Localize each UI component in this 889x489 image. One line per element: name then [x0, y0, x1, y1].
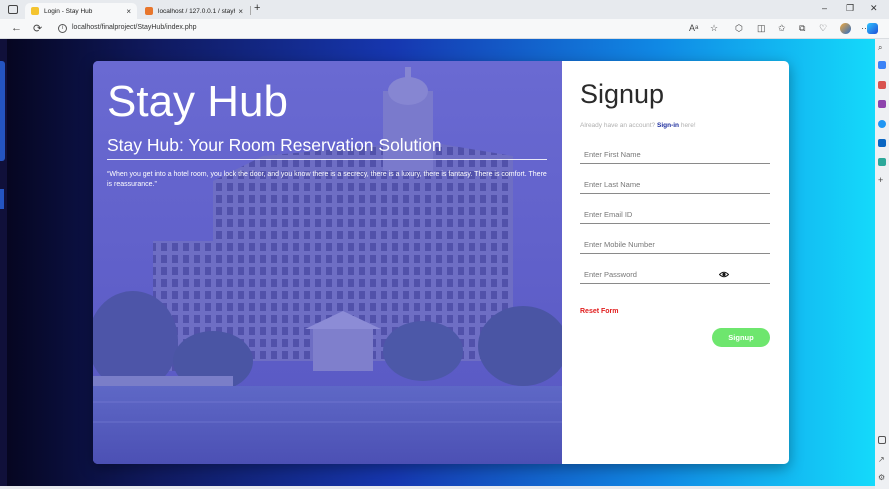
back-button[interactable]: ← — [11, 22, 22, 34]
profile-avatar[interactable] — [840, 23, 851, 34]
tab-close-icon[interactable]: × — [238, 7, 243, 16]
browser-toolbar: ← ⟳ i localhost/finalproject/StayHub/ind… — [0, 19, 889, 39]
sidebar-search-icon[interactable]: ⌕ — [878, 43, 886, 52]
read-aloud-icon[interactable]: Aᵃ — [689, 23, 698, 33]
first-name-input[interactable] — [580, 146, 770, 164]
hero-panel: Stay Hub Stay Hub: Your Room Reservation… — [93, 61, 562, 464]
browser-essentials-icon[interactable]: ♡ — [819, 23, 827, 34]
hint-suffix: here! — [680, 122, 696, 129]
close-window-button[interactable]: ✕ — [870, 3, 878, 14]
sidebar-external-icon[interactable]: ↗ — [878, 455, 886, 464]
site-info-icon[interactable]: i — [58, 24, 67, 33]
split-screen-icon[interactable]: ◫ — [757, 23, 766, 34]
left-edge-strip — [0, 39, 7, 489]
page-viewport: Stay Hub Stay Hub: Your Room Reservation… — [0, 39, 875, 489]
signup-card: Stay Hub Stay Hub: Your Room Reservation… — [93, 61, 789, 464]
hero-subtitle: Stay Hub: Your Room Reservation Solution — [107, 135, 442, 155]
tab-close-icon[interactable]: × — [126, 7, 131, 16]
signin-hint: Already have an account? Sign-in here! — [580, 122, 696, 129]
tab-login-stay-hub[interactable]: Login - Stay Hub × — [25, 3, 137, 19]
address-bar-url[interactable]: localhost/finalproject/StayHub/index.php — [72, 24, 197, 31]
show-password-eye-icon[interactable] — [719, 271, 729, 278]
sidebar-shopping-icon[interactable] — [878, 61, 886, 69]
hero-quote: “When you get into a hotel room, you loc… — [107, 171, 547, 188]
form-title: Signup — [580, 79, 665, 109]
reload-button[interactable]: ⟳ — [33, 22, 42, 35]
new-tab-button[interactable]: + — [254, 2, 260, 14]
reset-form-link[interactable]: Reset Form — [580, 308, 619, 315]
sidebar-panel-icon[interactable] — [878, 436, 886, 444]
hint-prefix: Already have an account? — [580, 122, 656, 129]
sidebar-office-icon[interactable] — [878, 120, 886, 128]
browser-sidebar: ⌕ + ↗ ⚙ — [875, 39, 889, 489]
stay-hub-favicon-icon — [31, 7, 39, 15]
last-name-input[interactable] — [580, 176, 770, 194]
hero-title: Stay Hub — [107, 77, 288, 126]
browser-titlebar: Login - Stay Hub × localhost / 127.0.0.1… — [0, 0, 889, 19]
hero-divider — [107, 159, 547, 160]
mobile-input[interactable] — [580, 236, 770, 254]
collections-icon[interactable]: ⧉ — [799, 23, 805, 34]
tab-actions-icon[interactable] — [8, 5, 18, 14]
sidebar-drop-icon[interactable] — [878, 158, 886, 166]
password-input[interactable] — [580, 266, 770, 284]
signup-form: Signup Already have an account? Sign-in … — [562, 61, 789, 464]
tab-label: Login - Stay Hub — [44, 7, 93, 15]
extensions-icon[interactable]: ⬡ — [735, 23, 743, 34]
email-input[interactable] — [580, 206, 770, 224]
edge-blip — [0, 61, 5, 161]
tab-phpmyadmin[interactable]: localhost / 127.0.0.1 / stayhub / ... × — [139, 3, 249, 19]
sidebar-outlook-icon[interactable] — [878, 139, 886, 147]
favorite-star-icon[interactable]: ☆ — [710, 23, 718, 34]
signup-button[interactable]: Signup — [712, 328, 770, 347]
minimize-button[interactable]: – — [822, 3, 827, 13]
signin-link[interactable]: Sign-in — [657, 122, 679, 129]
restore-button[interactable]: ❐ — [846, 3, 854, 14]
copilot-icon[interactable] — [867, 23, 878, 34]
sidebar-tools-icon[interactable] — [878, 81, 886, 89]
sidebar-settings-icon[interactable]: ⚙ — [878, 473, 886, 482]
favorites-icon[interactable]: ✩ — [778, 23, 786, 34]
edge-blip — [0, 189, 4, 209]
phpmyadmin-favicon-icon — [145, 7, 153, 15]
tab-separator — [250, 6, 251, 15]
tab-label: localhost / 127.0.0.1 / stayhub / ... — [158, 7, 235, 15]
sidebar-add-icon[interactable]: + — [878, 175, 886, 185]
sidebar-games-icon[interactable] — [878, 100, 886, 108]
